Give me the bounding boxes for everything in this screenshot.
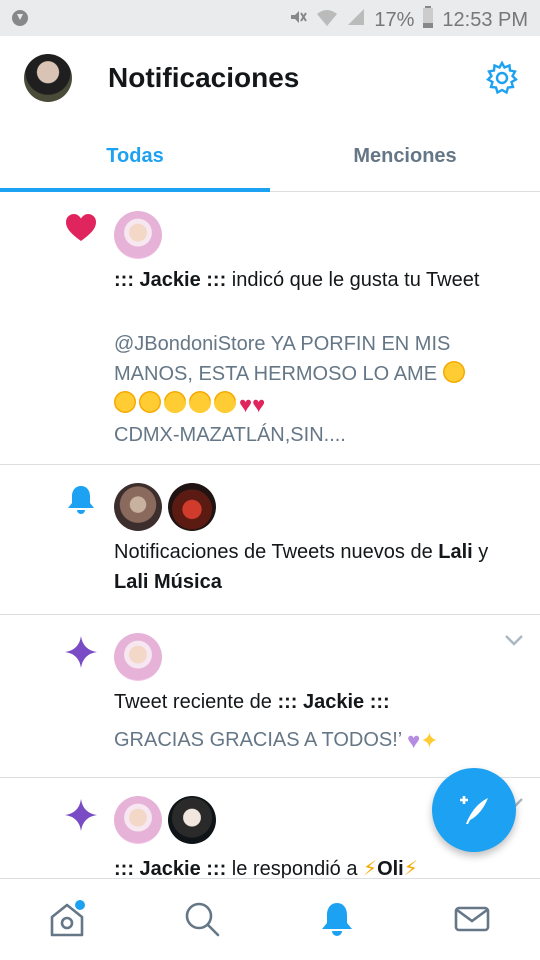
compose-tweet-icon: [460, 796, 488, 824]
battery-percent: 17%: [374, 8, 415, 31]
sparkle-icon: [64, 635, 98, 669]
notification-action: le respondió a: [226, 858, 364, 878]
nav-messages[interactable]: [452, 899, 492, 939]
top-app-bar: Notificaciones: [0, 36, 540, 120]
home-icon: [50, 900, 85, 937]
notification-joiner: y: [472, 541, 489, 563]
tweet-preview[interactable]: @JBondoniStore YA PORFIN EN MIS MANOS, E…: [114, 329, 514, 450]
notification-tabs: Todas Menciones: [0, 120, 540, 192]
lightning-emoji-icon: ⚡: [403, 858, 418, 878]
gear-icon[interactable]: [484, 60, 520, 96]
smile-emoji-icon: [139, 391, 161, 413]
status-bar: 17% 12:53 PM: [0, 0, 540, 36]
actor-avatars: [114, 483, 216, 531]
smile-emoji-icon: [442, 361, 465, 383]
notification-prefix: Tweet reciente de: [114, 691, 278, 713]
avatar[interactable]: [114, 633, 162, 681]
page-title: Notificaciones: [108, 62, 300, 93]
lightning-emoji-icon: ⚡: [363, 858, 378, 878]
profile-avatar[interactable]: [24, 54, 72, 102]
notification-prefix: Notificaciones de Tweets nuevos de: [114, 541, 439, 563]
notification-action: indicó que le gusta tu Tweet: [226, 269, 480, 291]
avatar[interactable]: [168, 483, 216, 531]
bell-icon: [64, 483, 98, 517]
smile-emoji-icon: [114, 391, 136, 413]
heart-eyes-emoji-icon: [164, 391, 186, 413]
actor-name[interactable]: Lali Música: [114, 571, 222, 593]
actor-avatars: [114, 633, 162, 681]
notification-text: Notificaciones de Tweets nuevos de Lali …: [114, 537, 514, 597]
purple-heart-emoji-icon: ♥: [407, 728, 421, 753]
actor-name[interactable]: ::: Jackie :::: [114, 858, 226, 878]
nav-home[interactable]: [47, 899, 87, 939]
battery-icon: [422, 6, 434, 34]
tweet-preview-tail: CDMX-MAZATLÁN,SIN....: [114, 424, 346, 446]
red-heart-emoji-icon: ♥: [252, 392, 266, 417]
sparkle-icon: [64, 798, 98, 832]
tweet-preview-text: @JBondoniStore YA PORFIN EN MIS MANOS, E…: [114, 333, 451, 385]
target-name[interactable]: Oli: [377, 858, 404, 878]
mail-icon: [454, 906, 490, 932]
avatar[interactable]: [168, 796, 216, 844]
bell-icon: [322, 903, 352, 936]
notification-text: ::: Jackie ::: le respondió a ⚡Oli⚡: [114, 854, 514, 878]
notification-item-recent-tweet[interactable]: Tweet reciente de ::: Jackie ::: GRACIAS…: [0, 615, 540, 778]
avatar[interactable]: [114, 211, 162, 259]
mute-icon: [288, 7, 308, 33]
wifi-icon: [316, 7, 338, 33]
active-tab-indicator: [0, 188, 270, 192]
tweet-preview[interactable]: GRACIAS GRACIAS A TODOS!’ ♥✦: [114, 725, 514, 756]
nav-notifications[interactable]: [317, 899, 357, 939]
tab-menciones[interactable]: Menciones: [270, 120, 540, 192]
notification-text: ::: Jackie ::: indicó que le gusta tu Tw…: [114, 265, 514, 295]
clock: 12:53 PM: [442, 8, 528, 31]
tab-todas[interactable]: Todas: [0, 120, 270, 192]
notification-status-icon: [10, 8, 30, 34]
red-heart-emoji-icon: ♥: [239, 392, 253, 417]
tweet-preview-text: GRACIAS GRACIAS A TODOS!’: [114, 729, 402, 751]
actor-name[interactable]: ::: Jackie :::: [114, 269, 226, 291]
actor-avatars: [114, 211, 162, 259]
actor-name[interactable]: ::: Jackie :::: [277, 691, 389, 713]
notification-text: Tweet reciente de ::: Jackie :::: [114, 687, 514, 717]
heart-eyes-emoji-icon: [214, 391, 236, 413]
bottom-navigation: [0, 878, 540, 960]
notification-item-like[interactable]: ::: Jackie ::: indicó que le gusta tu Tw…: [0, 193, 540, 465]
nav-search[interactable]: [182, 899, 222, 939]
avatar[interactable]: [114, 483, 162, 531]
heart-icon: [64, 211, 98, 245]
actor-name[interactable]: Lali: [438, 541, 472, 563]
chevron-down-icon[interactable]: [504, 633, 524, 646]
heart-eyes-emoji-icon: [189, 391, 211, 413]
notification-item-tweet-notifications[interactable]: Notificaciones de Tweets nuevos de Lali …: [0, 465, 540, 615]
compose-tweet-button[interactable]: [432, 768, 516, 852]
search-icon: [185, 902, 220, 937]
avatar[interactable]: [114, 796, 162, 844]
actor-avatars: [114, 796, 216, 844]
signal-icon: [346, 7, 366, 33]
sparkles-emoji-icon: ✦: [420, 728, 439, 753]
